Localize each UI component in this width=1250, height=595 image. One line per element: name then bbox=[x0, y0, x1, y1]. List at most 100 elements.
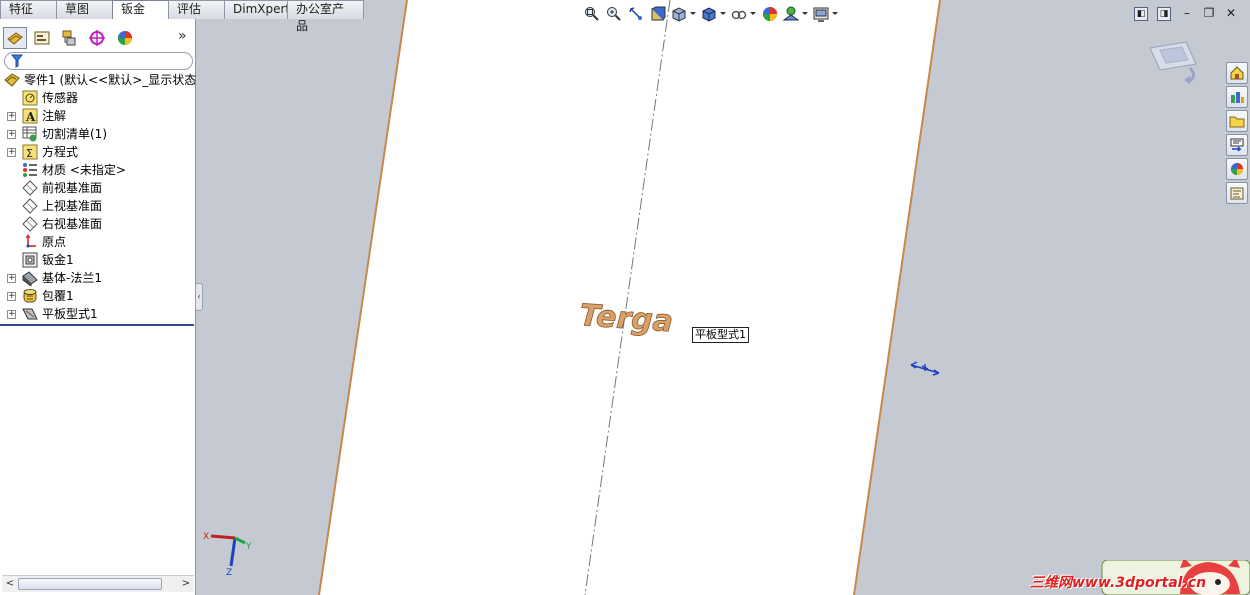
property-manager-tab[interactable] bbox=[30, 27, 54, 49]
previous-view-icon bbox=[629, 7, 642, 20]
zoom-area-icon bbox=[607, 7, 621, 21]
tree-item-front-plane[interactable]: 前视基准面 bbox=[0, 179, 196, 197]
task-pane-explorer-tab[interactable] bbox=[1226, 134, 1248, 156]
tree-item-label: 包覆1 bbox=[42, 289, 74, 303]
plane-icon bbox=[22, 198, 38, 214]
restore-button[interactable]: ❐ bbox=[1202, 7, 1216, 21]
cut-list-icon bbox=[22, 126, 37, 142]
reference-triad: X Y Z bbox=[203, 532, 252, 578]
scene-icon bbox=[782, 6, 800, 21]
tree-item-right-plane[interactable]: 右视基准面 bbox=[0, 215, 196, 233]
tree-item-wrap[interactable]: + 包覆1 bbox=[0, 287, 196, 305]
equation-icon: Σ bbox=[22, 144, 38, 160]
tree-item-material[interactable]: 材质 <未指定> bbox=[0, 161, 196, 179]
tree-item-sheet-metal[interactable]: 钣金1 bbox=[0, 251, 196, 269]
tree-root-label: 零件1 (默认<<默认>_显示状态 bbox=[24, 73, 197, 87]
tab-sketch[interactable]: 草图 bbox=[56, 0, 113, 19]
triad-x-label: X bbox=[203, 532, 209, 542]
triad-z-label: Z bbox=[226, 568, 232, 578]
display-manager-icon bbox=[118, 31, 132, 45]
feature-tree-icon bbox=[7, 32, 23, 45]
minimize-button[interactable]: – bbox=[1180, 7, 1194, 21]
svg-text:A: A bbox=[25, 110, 36, 124]
expand-icon[interactable]: + bbox=[7, 112, 16, 121]
flat-pattern-icon bbox=[22, 308, 38, 320]
heads-up-toolbar bbox=[582, 4, 840, 24]
feature-manager-tab[interactable] bbox=[3, 27, 27, 49]
tree-item-top-plane[interactable]: 上视基准面 bbox=[0, 197, 196, 215]
section-view-button[interactable] bbox=[648, 4, 668, 24]
explorer-icon bbox=[1230, 138, 1244, 152]
tree-item-cut-list[interactable]: + 切割清单(1) bbox=[0, 125, 196, 143]
expand-icon[interactable]: + bbox=[7, 310, 16, 319]
view-settings-dropdown[interactable] bbox=[812, 4, 840, 24]
scroll-right-icon[interactable]: > bbox=[180, 578, 192, 590]
configuration-icon bbox=[62, 30, 76, 46]
display-manager-tab[interactable] bbox=[113, 27, 137, 49]
home-icon bbox=[1230, 66, 1244, 80]
part-icon bbox=[4, 73, 20, 87]
horizontal-scrollbar[interactable]: < > bbox=[2, 575, 194, 592]
expand-icon[interactable]: + bbox=[7, 274, 16, 283]
custom-properties-icon bbox=[1230, 187, 1244, 200]
tile-right-button[interactable]: ◨ bbox=[1157, 7, 1171, 21]
task-pane-custom-properties-tab[interactable] bbox=[1226, 182, 1248, 204]
folder-icon bbox=[1229, 116, 1245, 128]
sheet-metal-part[interactable]: Terga X Y Z bbox=[197, 0, 1250, 595]
tree-item-sensors[interactable]: 传感器 bbox=[0, 89, 196, 107]
origin-icon bbox=[25, 234, 36, 248]
watermark-text: 三维网www.3dportal.cn bbox=[1030, 575, 1207, 591]
expand-icon[interactable]: + bbox=[7, 130, 16, 139]
view-orientation-dropdown[interactable] bbox=[670, 4, 698, 24]
tree-item-origin[interactable]: 原点 bbox=[0, 233, 196, 251]
rollback-bar[interactable] bbox=[0, 324, 194, 326]
task-pane-home-tab[interactable] bbox=[1226, 62, 1248, 84]
expand-icon[interactable]: + bbox=[7, 148, 16, 157]
hide-show-items-dropdown[interactable] bbox=[730, 4, 758, 24]
scroll-thumb[interactable] bbox=[18, 578, 162, 590]
close-button[interactable]: ✕ bbox=[1224, 7, 1238, 21]
display-style-dropdown[interactable] bbox=[700, 4, 728, 24]
display-style-icon bbox=[702, 7, 716, 22]
edit-appearance-button[interactable] bbox=[760, 4, 780, 24]
tree-item-label: 平板型式1 bbox=[42, 307, 98, 321]
view-settings-icon bbox=[813, 7, 829, 22]
expand-icon[interactable]: + bbox=[7, 292, 16, 301]
task-pane-appearances-tab[interactable] bbox=[1226, 158, 1248, 180]
tree-item-flat-pattern[interactable]: + 平板型式1 bbox=[0, 305, 196, 323]
task-pane-library-tab[interactable] bbox=[1226, 110, 1248, 132]
task-pane-resources-tab[interactable] bbox=[1226, 86, 1248, 108]
configuration-manager-tab[interactable] bbox=[57, 27, 81, 49]
scroll-left-icon[interactable]: < bbox=[4, 578, 16, 590]
feature-callout-label: 平板型式1 bbox=[692, 327, 749, 343]
tile-left-button[interactable]: ◧ bbox=[1134, 7, 1148, 21]
previous-view-button[interactable] bbox=[626, 4, 646, 24]
dimxpert-manager-tab[interactable] bbox=[85, 27, 109, 49]
scene-dropdown[interactable] bbox=[782, 4, 810, 24]
dimxpert-icon bbox=[89, 30, 105, 46]
tree-item-equations[interactable]: + Σ 方程式 bbox=[0, 143, 196, 161]
tree-item-base-flange[interactable]: + 基体-法兰1 bbox=[0, 269, 196, 287]
tree-item-label: 基体-法兰1 bbox=[42, 271, 102, 285]
feature-filter-input[interactable] bbox=[4, 52, 193, 70]
tab-features[interactable]: 特征 bbox=[0, 0, 57, 19]
triad-y-label: Y bbox=[245, 542, 252, 552]
tree-item-label: 原点 bbox=[42, 235, 67, 249]
panel-expand-button[interactable]: » bbox=[178, 28, 187, 44]
zoom-to-area-button[interactable] bbox=[604, 4, 624, 24]
view-orientation-indicator[interactable] bbox=[1144, 38, 1204, 90]
zoom-to-fit-button[interactable] bbox=[582, 4, 602, 24]
tree-item-label: 方程式 bbox=[42, 145, 79, 159]
appearances-icon bbox=[1231, 163, 1243, 175]
engraved-text[interactable]: Terga bbox=[578, 298, 674, 340]
tree-root-part[interactable]: 零件1 (默认<<默认>_显示状态 bbox=[0, 71, 196, 89]
resources-icon bbox=[1231, 92, 1244, 103]
graphics-area[interactable]: Terga X Y Z bbox=[197, 0, 1250, 595]
tree-item-label: 前视基准面 bbox=[42, 181, 103, 195]
tree-item-annotations[interactable]: + A 注解 bbox=[0, 107, 196, 125]
tab-sheet-metal[interactable]: 钣金 bbox=[112, 0, 169, 20]
annotation-icon: A bbox=[22, 108, 38, 124]
material-icon bbox=[23, 163, 37, 177]
wrap-icon bbox=[23, 289, 37, 303]
tree-item-label: 传感器 bbox=[42, 91, 79, 105]
